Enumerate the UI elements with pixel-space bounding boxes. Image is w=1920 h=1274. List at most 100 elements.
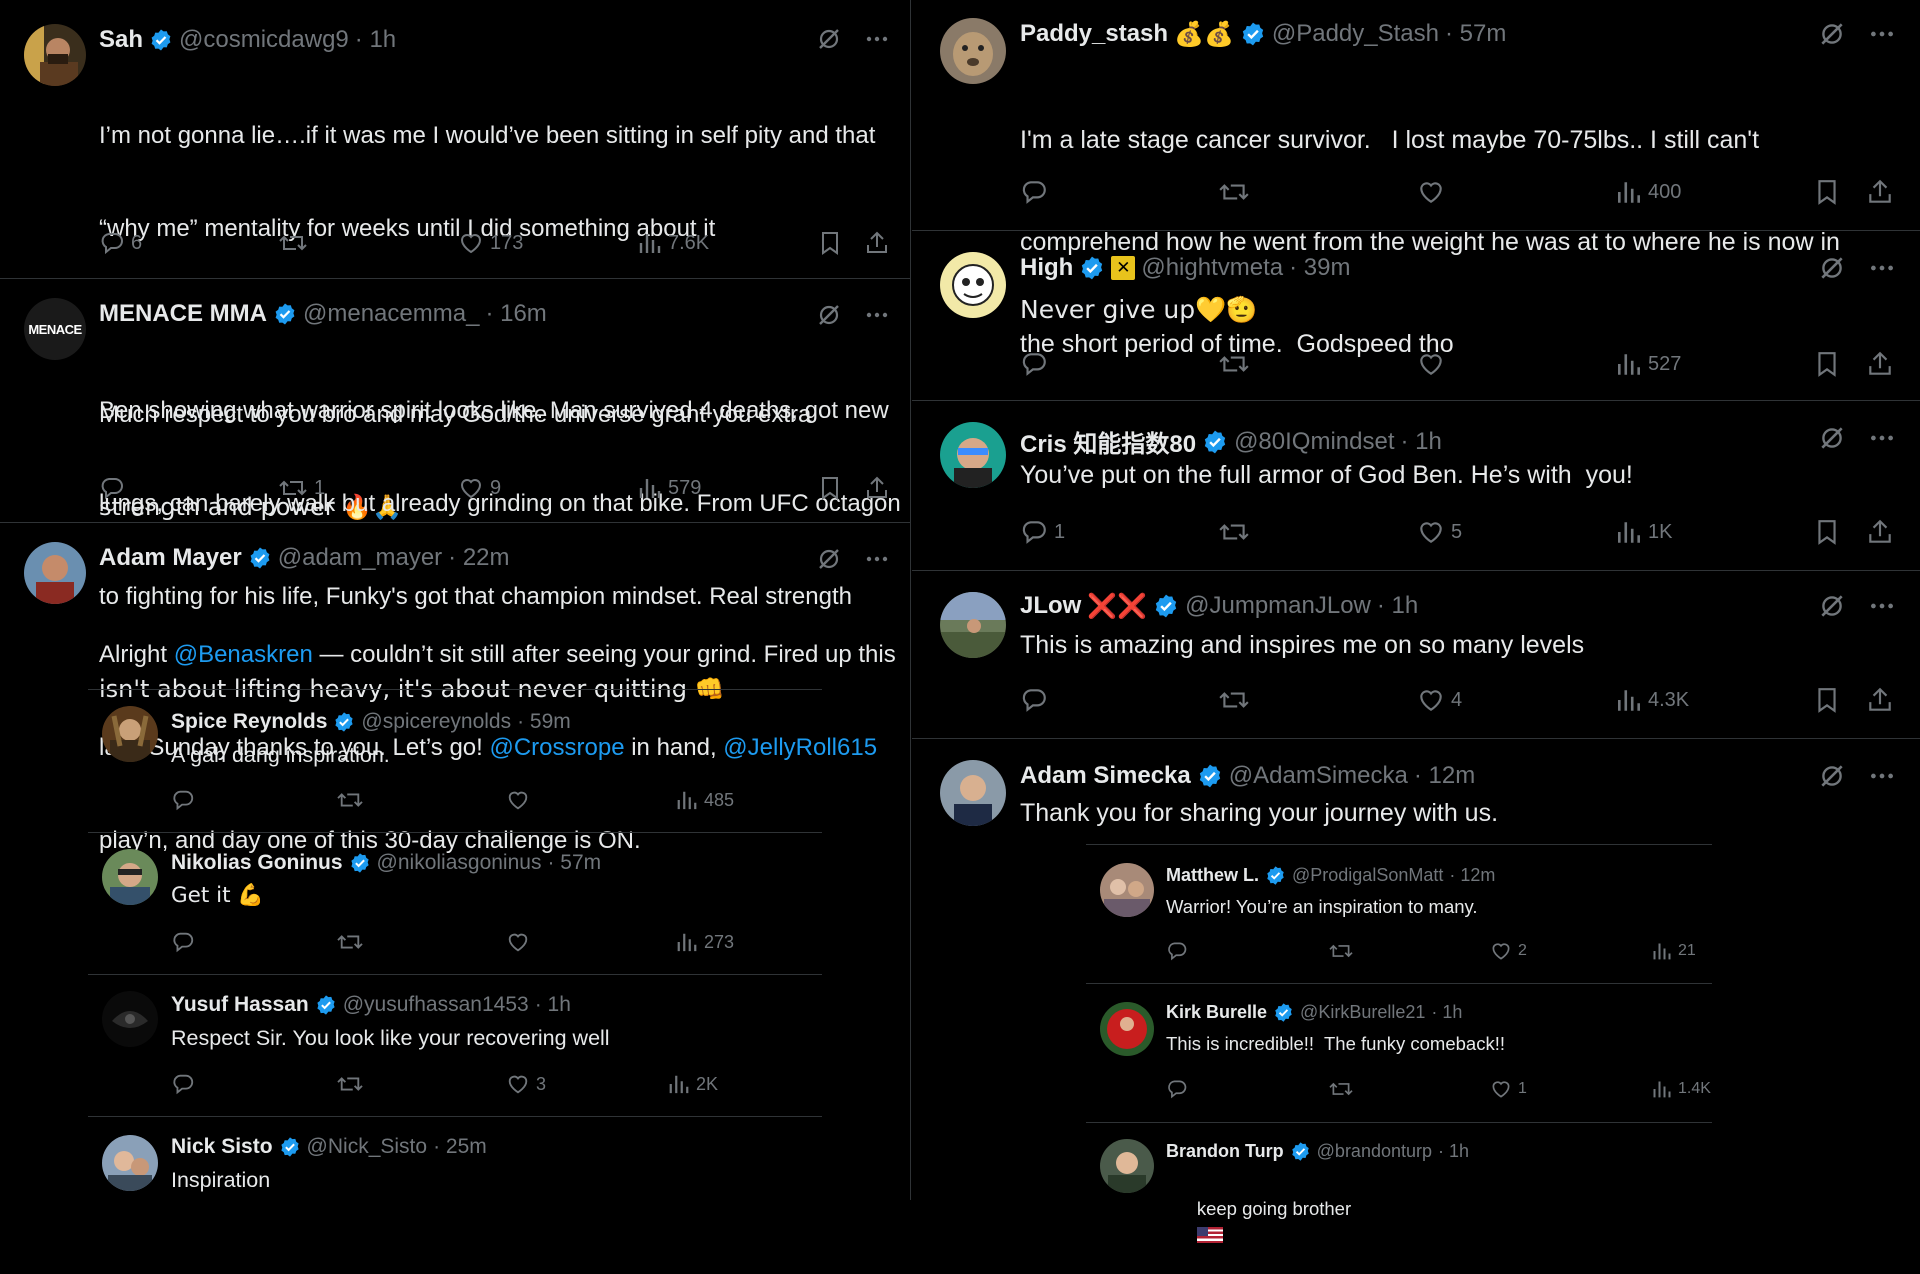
reply-button[interactable] [1020, 686, 1048, 714]
reply-tweet[interactable]: Adam Simecka @AdamSimecka · 12m Thank yo… [912, 740, 1920, 840]
display-name[interactable]: Matthew L. [1166, 865, 1259, 886]
user-handle[interactable]: @AdamSimecka [1229, 762, 1408, 790]
reply-button[interactable] [99, 475, 131, 501]
timestamp[interactable]: · 1h [1401, 428, 1442, 456]
reply-tweet[interactable]: High ✕ @hightvmeta · 39m Never give up💛🫡… [912, 232, 1920, 401]
repost-button[interactable] [1328, 1078, 1354, 1100]
more-options-icon[interactable] [1868, 20, 1896, 53]
nested-reply[interactable]: Brandon Turp @brandonturp · 1h keep goin… [1086, 1123, 1712, 1243]
repost-button[interactable]: 1 [278, 475, 325, 501]
avatar[interactable] [102, 1135, 158, 1191]
user-handle[interactable]: @Paddy_Stash [1272, 20, 1439, 48]
like-button[interactable]: 173 [458, 230, 523, 256]
grok-icon[interactable] [1818, 20, 1846, 53]
like-button[interactable] [1417, 178, 1445, 206]
display-name[interactable]: Adam Mayer [99, 544, 242, 572]
repost-button[interactable] [336, 1072, 364, 1096]
more-options-icon[interactable] [864, 546, 890, 577]
like-button[interactable]: 4 [1417, 686, 1462, 714]
like-button[interactable]: 1 [1490, 1078, 1527, 1100]
user-handle[interactable]: @hightvmeta [1141, 254, 1283, 282]
like-button[interactable]: 2 [1490, 940, 1527, 962]
grok-icon[interactable] [1818, 254, 1846, 287]
user-handle[interactable]: @menacemma_ [303, 300, 479, 328]
display-name[interactable]: JLow [1020, 592, 1081, 620]
display-name[interactable]: Sah [99, 26, 143, 54]
views-button[interactable]: 2K [668, 1072, 718, 1096]
display-name[interactable]: MENACE MMA [99, 300, 267, 328]
like-button[interactable]: 5 [1417, 518, 1462, 546]
like-button[interactable] [1417, 350, 1445, 378]
display-name[interactable]: Nick Sisto [171, 1135, 273, 1159]
grok-icon[interactable] [816, 26, 842, 57]
user-handle[interactable]: @adam_mayer [278, 544, 442, 572]
like-button[interactable] [506, 930, 530, 954]
views-button[interactable]: 21 [1652, 940, 1696, 962]
bookmark-button[interactable] [818, 230, 842, 256]
avatar[interactable] [940, 760, 1006, 826]
display-name[interactable]: Spice Reynolds [171, 710, 327, 734]
views-button[interactable]: 4.3K [1616, 686, 1689, 714]
share-button[interactable] [1866, 518, 1894, 546]
repost-button[interactable] [1218, 178, 1250, 206]
share-button[interactable] [864, 475, 890, 501]
timestamp[interactable]: · 12m [1449, 865, 1495, 886]
repost-button[interactable] [1218, 350, 1250, 378]
display-name[interactable]: High [1020, 254, 1073, 282]
grok-icon[interactable] [1818, 592, 1846, 625]
avatar[interactable] [1100, 1139, 1154, 1193]
reply-tweet[interactable]: MENACE MENACE MMA @menacemma_ · 16m Ben … [0, 280, 910, 703]
avatar[interactable] [940, 252, 1006, 318]
nested-reply[interactable]: Nick Sisto @Nick_Sisto · 25m Inspiration [88, 1117, 822, 1200]
nested-reply[interactable]: Yusuf Hassan @yusufhassan1453 · 1h Respe… [88, 975, 822, 1116]
user-handle[interactable]: @yusufhassan1453 [343, 993, 529, 1017]
avatar[interactable]: MENACE [24, 298, 86, 360]
repost-button[interactable] [336, 788, 364, 812]
user-handle[interactable]: @cosmicdawg9 [179, 26, 349, 54]
nested-reply[interactable]: Kirk Burelle @KirkBurelle21 · 1h This is… [1086, 984, 1712, 1121]
display-name[interactable]: Brandon Turp [1166, 1141, 1284, 1162]
reply-button[interactable]: 6 [99, 230, 142, 256]
display-name[interactable]: Yusuf Hassan [171, 993, 309, 1017]
views-button[interactable]: 1.4K [1652, 1078, 1711, 1100]
avatar[interactable] [940, 422, 1006, 488]
reply-button[interactable] [171, 930, 195, 954]
more-options-icon[interactable] [1868, 254, 1896, 287]
share-button[interactable] [1866, 178, 1894, 206]
share-button[interactable] [864, 230, 890, 256]
share-button[interactable] [1866, 686, 1894, 714]
user-handle[interactable]: @brandonturp [1317, 1141, 1432, 1162]
timestamp[interactable]: · 1h [535, 993, 571, 1017]
avatar[interactable] [1100, 863, 1154, 917]
repost-button[interactable] [1328, 940, 1354, 962]
views-button[interactable]: 485 [676, 788, 734, 812]
reply-tweet[interactable]: JLow ❌❌ @JumpmanJLow · 1h This is amazin… [912, 572, 1920, 739]
more-options-icon[interactable] [1868, 592, 1896, 625]
views-button[interactable]: 579 [638, 475, 701, 501]
grok-icon[interactable] [816, 302, 842, 333]
user-handle[interactable]: @JumpmanJLow [1185, 592, 1371, 620]
avatar[interactable] [24, 542, 86, 604]
display-name[interactable]: Cris 知能指数80 [1020, 424, 1196, 459]
bookmark-button[interactable] [818, 475, 842, 501]
avatar[interactable] [940, 18, 1006, 84]
avatar[interactable] [102, 849, 158, 905]
bookmark-button[interactable] [1814, 518, 1840, 546]
mention-link[interactable]: @Benaskren [174, 641, 313, 668]
timestamp[interactable]: · 16m [485, 300, 546, 328]
avatar[interactable] [940, 592, 1006, 658]
views-button[interactable]: 1K [1616, 518, 1672, 546]
user-handle[interactable]: @ProdigalSonMatt [1292, 865, 1443, 886]
views-button[interactable]: 273 [676, 930, 734, 954]
repost-button[interactable] [336, 930, 364, 954]
views-button[interactable]: 400 [1616, 178, 1681, 206]
reply-button[interactable]: 1 [1020, 518, 1065, 546]
timestamp[interactable]: · 57m [1445, 20, 1506, 48]
like-button[interactable]: 3 [506, 1072, 546, 1096]
timestamp[interactable]: · 1h [355, 26, 396, 54]
user-handle[interactable]: @spicereynolds [361, 710, 511, 734]
repost-button[interactable] [1218, 686, 1250, 714]
display-name[interactable]: Kirk Burelle [1166, 1002, 1267, 1023]
reply-tweet[interactable]: Cris 知能指数80 @80IQmindset · 1h You’ve put… [912, 402, 1920, 571]
timestamp[interactable]: · 39m [1289, 254, 1350, 282]
